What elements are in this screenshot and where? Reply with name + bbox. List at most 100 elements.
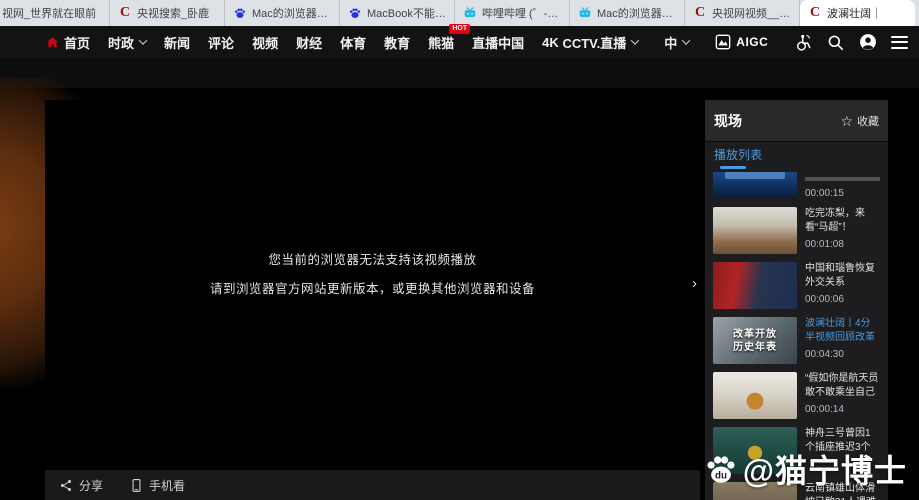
- aigc-logo-icon: [715, 34, 731, 50]
- nav-item-label: 教育: [384, 35, 411, 51]
- chevron-down-icon: [631, 36, 640, 45]
- baidu-paw-favicon-icon: [234, 8, 246, 18]
- nav-item[interactable]: 首页: [45, 33, 90, 52]
- nav-item[interactable]: 时政: [108, 33, 148, 52]
- playlist-item-meta: 00:00:15: [805, 172, 880, 199]
- playlist-item-duration: 00:00:06: [805, 294, 844, 305]
- nav-item[interactable]: 熊猫 HOT: [428, 23, 471, 52]
- playlist-item-meta: 神舟三号曾因1个插座推迟3个月发射: [805, 427, 880, 474]
- cctv-live-dropdown[interactable]: CCTV.直播: [562, 33, 640, 52]
- tab-playlist[interactable]: 播放列表: [714, 146, 762, 169]
- nav-item-label: 新闻: [164, 35, 191, 51]
- bilibili-favicon-icon: [579, 7, 591, 18]
- bilibili-favicon-icon: [464, 7, 476, 18]
- browser-tab[interactable]: 央视搜索_卧鹿: [110, 0, 225, 26]
- video-thumbnail: [713, 172, 797, 197]
- video-thumbnail: [713, 207, 797, 254]
- playlist-item-title: “假如你是航天员 敢不敢乘坐自己设计的: [805, 373, 879, 398]
- playlist-item-title: 中国和瑙鲁恢复外交关系: [805, 263, 875, 288]
- playlist-scroll-area[interactable]: 00:00:15 吃完冻梨，来看“马超”！ 00:01:08 中国和瑙鲁恢复外交…: [705, 172, 888, 500]
- tab-title: MacBook不能看视...: [367, 8, 446, 20]
- tab-title: 央视搜索_卧鹿: [137, 8, 210, 20]
- playlist-item[interactable]: “假如你是航天员 敢不敢乘坐自己设计的 00:00:14: [705, 368, 888, 423]
- playlist-item-title: 神舟三号曾因1个插座推迟3个月发射: [805, 428, 871, 453]
- language-dropdown[interactable]: 中: [664, 33, 691, 52]
- chevron-down-icon: [682, 36, 691, 45]
- share-button[interactable]: 分享: [59, 477, 103, 494]
- playlist: 00:00:15 吃完冻梨，来看“马超”！ 00:01:08 中国和瑙鲁恢复外交…: [705, 172, 888, 500]
- nav-item-label: 首页: [64, 35, 91, 51]
- watch-on-mobile-button[interactable]: 手机看: [129, 477, 185, 494]
- sidebar-header: 现场 ☆ 收藏: [705, 100, 888, 142]
- cctv-favicon-icon: [693, 6, 707, 20]
- share-label: 分享: [79, 478, 104, 493]
- nav-item[interactable]: 体育: [340, 33, 366, 52]
- favorite-button[interactable]: ☆ 收藏: [840, 113, 879, 129]
- playlist-item[interactable]: 神舟三号曾因1个插座推迟3个月发射: [705, 423, 888, 478]
- video-player[interactable]: 您当前的浏览器无法支持该视频播放 请到浏览器官方网站更新版本，或更换其他浏览器和…: [45, 100, 700, 470]
- playlist-item-title: 云南镇雄山体滑坡已致31人遇难 现场救援: [805, 483, 876, 500]
- playlist-item-meta: “假如你是航天员 敢不敢乘坐自己设计的 00:00:14: [805, 372, 880, 419]
- thumbnail-caption: 改革开放 历史年表: [733, 328, 777, 353]
- playlist-item-meta: 云南镇雄山体滑坡已致31人遇难 现场救援: [805, 482, 880, 500]
- main-navbar: 首页 时政 新闻 评论 视频 财经 体育 教育 熊猫 HOT 直播中国 4K C…: [0, 23, 919, 58]
- player-error-line2: 请到浏览器官方网站更新版本，或更换其他浏览器和设备: [209, 282, 535, 296]
- browser-tab[interactable]: Mac的浏览器无法...: [225, 0, 340, 26]
- browser-tab[interactable]: Mac的浏览器无法...: [570, 0, 685, 26]
- browser-tab[interactable]: MacBook不能看视...: [340, 0, 455, 26]
- hot-badge: HOT: [449, 23, 471, 34]
- language-label: 中: [664, 35, 678, 51]
- nav-item-label: 体育: [340, 35, 367, 51]
- playlist-item-meta: 吃完冻梨，来看“马超”！ 00:01:08: [805, 207, 880, 254]
- tab-title: 哔哩哔哩 (゜-゜)つ...: [482, 8, 561, 20]
- playlist-item[interactable]: 吃完冻梨，来看“马超”！ 00:01:08: [705, 203, 888, 258]
- mobile-label: 手机看: [149, 478, 186, 493]
- browser-tab[interactable]: 视网_世界就在眼前: [0, 0, 110, 26]
- playlist-item-duration: 00:00:15: [805, 188, 844, 199]
- tab-title: 央视网视频__央视...: [712, 8, 791, 20]
- playlist-item-title: [805, 172, 880, 184]
- playlist-item[interactable]: 改革开放 历史年表 波澜壮阔丨4分半视频回顾改革开放 00:04:30: [705, 313, 888, 368]
- nav-item-label: 评论: [208, 35, 235, 51]
- playlist-item[interactable]: 云南镇雄山体滑坡已致31人遇难 现场救援: [705, 478, 888, 500]
- home-icon: [46, 36, 59, 47]
- cctv-favicon-icon: [808, 6, 822, 20]
- sidebar-tabs: 播放列表: [705, 142, 888, 172]
- nav-item[interactable]: 教育: [384, 33, 410, 52]
- tab-title: Mac的浏览器无法...: [597, 8, 676, 20]
- browser-tab[interactable]: 波澜壮阔｜: [800, 0, 915, 26]
- browser-tab[interactable]: 央视网视频__央视...: [685, 0, 800, 26]
- user-account-icon[interactable]: [858, 32, 878, 52]
- video-thumbnail: 改革开放 历史年表: [713, 317, 797, 364]
- main-content: 您当前的浏览器无法支持该视频播放 请到浏览器官方网站更新版本，或更换其他浏览器和…: [0, 78, 919, 500]
- playlist-item[interactable]: 中国和瑙鲁恢复外交关系 00:00:06: [705, 258, 888, 313]
- video-thumbnail: [713, 427, 797, 474]
- nav-item-label: 视频: [252, 35, 279, 51]
- nav-item[interactable]: 视频: [252, 33, 278, 52]
- search-icon[interactable]: [826, 33, 845, 52]
- player-error-line1: 您当前的浏览器无法支持该视频播放: [268, 253, 477, 267]
- cctv-favicon-icon: [118, 6, 132, 20]
- browser-tab[interactable]: 哔哩哔哩 (゜-゜)つ...: [455, 0, 570, 26]
- tab-title: 视网_世界就在眼前: [2, 8, 97, 20]
- nav-item[interactable]: 新闻: [164, 33, 190, 52]
- playlist-item-title: 波澜壮阔丨4分半视频回顾改革开放: [805, 318, 875, 343]
- playlist-item-duration: 00:01:08: [805, 239, 844, 250]
- baidu-paw-favicon-icon: [349, 8, 361, 18]
- nav-item[interactable]: 评论: [208, 33, 234, 52]
- playlist-item-meta: 波澜壮阔丨4分半视频回顾改革开放 00:04:30: [805, 317, 880, 364]
- menu-icon[interactable]: [891, 35, 909, 49]
- playlist-item[interactable]: 00:00:15: [705, 172, 888, 203]
- player-toolbar: 分享 手机看: [45, 470, 700, 500]
- share-icon: [60, 479, 71, 491]
- accessibility-icon[interactable]: [794, 33, 813, 52]
- aigc-link[interactable]: AIGC: [715, 34, 768, 50]
- favorite-label: 收藏: [857, 115, 879, 128]
- navbar-right: CCTV.直播 中 AIGC: [549, 32, 909, 52]
- nav-item-label: 熊猫: [428, 35, 455, 51]
- nav-item[interactable]: 4K: [542, 35, 559, 50]
- nav-item[interactable]: 直播中国: [472, 33, 524, 52]
- nav-item[interactable]: 财经: [296, 33, 322, 52]
- playlist-sidebar: 现场 ☆ 收藏 播放列表 00:00:15 吃完冻梨，来看“马超”！ 00:01…: [705, 100, 888, 500]
- sidebar-collapse-chevron-icon[interactable]: ›: [692, 276, 697, 291]
